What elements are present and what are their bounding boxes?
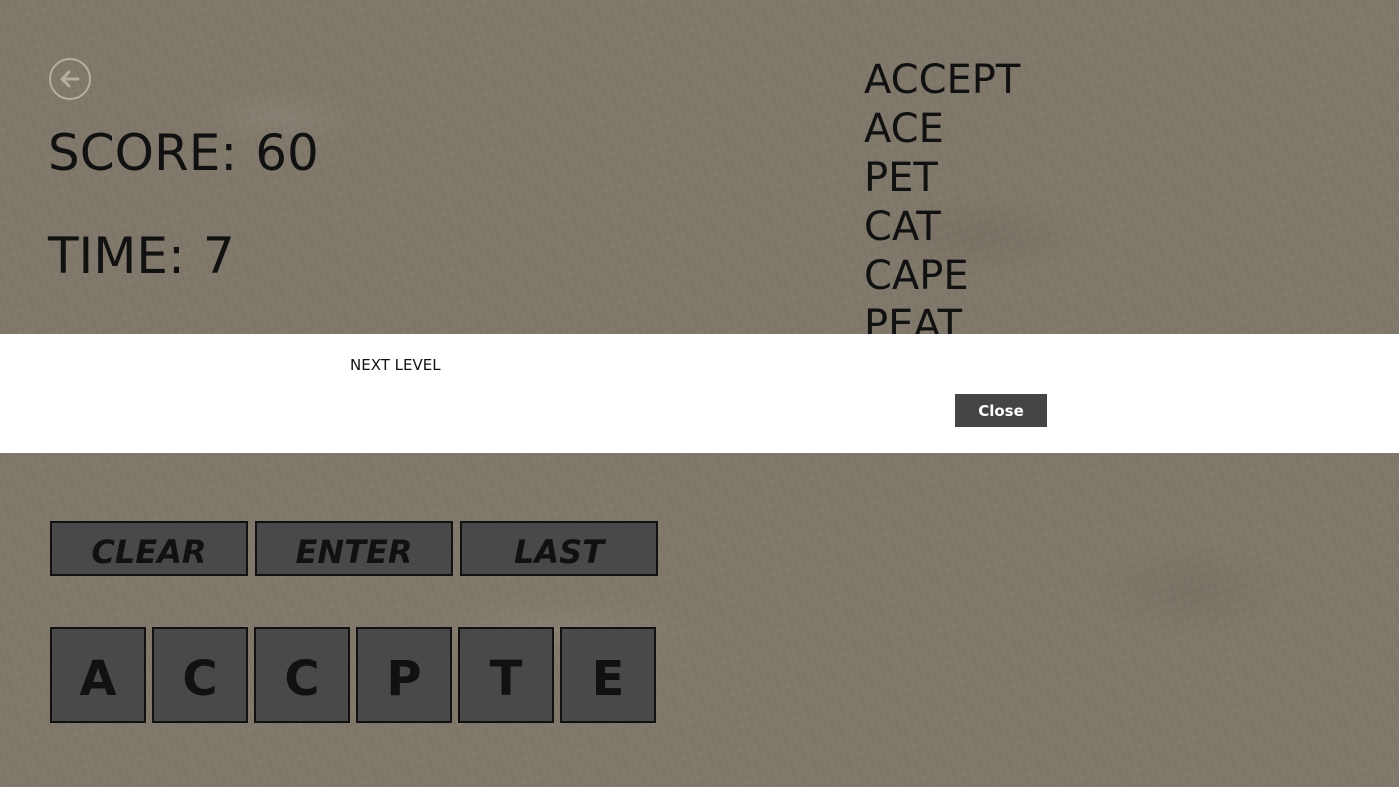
last-button[interactable]: LAST <box>460 521 658 576</box>
time-label: TIME: <box>48 227 185 285</box>
found-word: PET <box>864 155 938 201</box>
letter-tile[interactable]: A <box>50 627 146 723</box>
time-display: TIME: 7 <box>48 231 235 281</box>
letter-tiles: A C C P T E <box>50 627 656 723</box>
found-word: ACCEPT <box>864 57 1021 103</box>
letter-tile[interactable]: E <box>560 627 656 723</box>
next-level-dialog: NEXT LEVEL Close <box>0 334 1399 453</box>
time-value: 7 <box>202 227 235 285</box>
enter-button[interactable]: ENTER <box>255 521 453 576</box>
back-button[interactable] <box>49 58 91 100</box>
score-label: SCORE: <box>48 124 238 182</box>
back-arrow-icon <box>60 70 80 88</box>
close-button[interactable]: Close <box>955 394 1047 427</box>
letter-tile[interactable]: T <box>458 627 554 723</box>
found-word: CAPE <box>864 253 969 299</box>
dialog-message: NEXT LEVEL <box>350 356 441 374</box>
found-word: ACE <box>864 106 944 152</box>
letter-tile[interactable]: C <box>254 627 350 723</box>
clear-button[interactable]: CLEAR <box>50 521 248 576</box>
score-value: 60 <box>255 124 319 182</box>
found-words-list: ACCEPT ACE PET CAT CAPE PEAT <box>864 56 1020 350</box>
found-word: CAT <box>864 204 941 250</box>
letter-tile[interactable]: C <box>152 627 248 723</box>
score-display: SCORE: 60 <box>48 128 319 178</box>
letter-tile[interactable]: P <box>356 627 452 723</box>
control-buttons: CLEAR ENTER LAST <box>50 521 658 576</box>
